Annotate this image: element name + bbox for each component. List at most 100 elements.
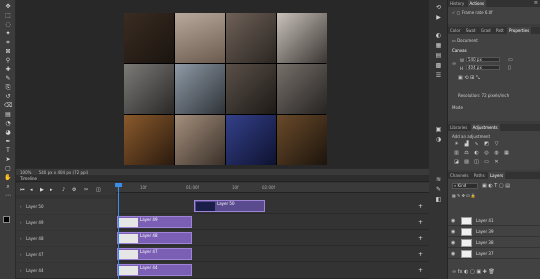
layer-name[interactable]: Layer 39 bbox=[476, 227, 494, 237]
layer-footer-icons[interactable]: ∞ fx ◐ ▢ ▣ ✚ 🗑 bbox=[452, 269, 495, 275]
type-icon[interactable]: T bbox=[4, 148, 12, 154]
clip[interactable]: Layer 44 bbox=[117, 264, 192, 276]
paths-icon[interactable]: ✎ bbox=[434, 186, 443, 193]
swatches-icon[interactable]: ▦ bbox=[434, 42, 443, 49]
hue-icon[interactable]: ▥ bbox=[454, 151, 459, 156]
lasso-icon[interactable]: ◌ bbox=[4, 22, 12, 28]
gradient-map-icon[interactable]: ▭ bbox=[484, 160, 489, 165]
tab-color[interactable]: Color bbox=[448, 27, 462, 34]
pen-icon[interactable]: ✒ bbox=[4, 139, 12, 145]
tab-patterns[interactable]: Patt bbox=[494, 27, 506, 34]
add-media-icon[interactable]: + bbox=[418, 203, 423, 210]
tab-gradients[interactable]: Grad bbox=[479, 27, 493, 34]
track-name[interactable]: › Layer 49 bbox=[16, 215, 116, 230]
history-item[interactable]: ✓ ▢ Frame rate 6.0f bbox=[452, 10, 493, 15]
layer-row[interactable]: ◉ Layer 38 bbox=[448, 238, 540, 248]
tab-paths[interactable]: Paths bbox=[472, 172, 487, 179]
layer-row[interactable]: ◉ Layer 41 bbox=[448, 216, 540, 226]
lock-icons[interactable]: ▦ ✎ ✥ ⊡ 🔒 bbox=[452, 193, 476, 198]
transition-icon[interactable]: ◫ bbox=[96, 187, 101, 193]
photo-filter-icon[interactable]: ◎ bbox=[484, 151, 489, 156]
play-icon[interactable]: ▶ bbox=[40, 187, 44, 193]
selective-color-icon[interactable]: ✕ bbox=[494, 160, 499, 165]
curves-icon[interactable]: ∿ bbox=[474, 142, 479, 147]
history-brush-icon[interactable]: ↺ bbox=[4, 94, 12, 100]
prev-frame-icon[interactable]: ◂ bbox=[30, 187, 33, 193]
marquee-icon[interactable]: ⬚ bbox=[4, 13, 12, 19]
document-canvas[interactable] bbox=[124, 13, 327, 165]
move-icon[interactable]: ✥ bbox=[4, 4, 12, 10]
blur-icon[interactable]: ◔ bbox=[4, 121, 12, 127]
posterize-icon[interactable]: ▨ bbox=[464, 160, 469, 165]
tab-swatches[interactable]: Swat bbox=[464, 27, 478, 34]
actions-icon[interactable]: ▶ bbox=[434, 14, 443, 21]
track-name[interactable]: › Layer 48 bbox=[16, 231, 116, 246]
frame-icon[interactable]: ⊠ bbox=[4, 49, 12, 55]
track-name[interactable]: › Layer 50 bbox=[16, 199, 116, 214]
layer-name[interactable]: Layer 41 bbox=[476, 216, 494, 226]
healing-icon[interactable]: ✚ bbox=[4, 67, 12, 73]
eyedropper-icon[interactable]: ⚲ bbox=[4, 58, 12, 64]
layer-name[interactable]: Layer 37 bbox=[476, 249, 494, 259]
path-select-icon[interactable]: ➤ bbox=[4, 157, 12, 163]
quick-select-icon[interactable]: ✦ bbox=[4, 31, 12, 37]
canvas-tool-icons[interactable]: ▣ ⟲ ⊞ ⤡ bbox=[458, 75, 480, 81]
track-name[interactable]: › Layer 44 bbox=[16, 263, 116, 278]
tab-adjustments[interactable]: Adjustments bbox=[470, 124, 500, 131]
invert-icon[interactable]: ◪ bbox=[454, 160, 459, 165]
balance-icon[interactable]: ⚖ bbox=[464, 151, 469, 156]
gradient-icon[interactable]: ▤ bbox=[4, 112, 12, 118]
brightness-icon[interactable]: ☀ bbox=[454, 142, 459, 147]
add-media-icon[interactable]: + bbox=[418, 267, 423, 274]
stamp-icon[interactable]: ⎘ bbox=[4, 85, 12, 91]
split-icon[interactable]: ✂ bbox=[84, 187, 88, 193]
lookup-icon[interactable]: ▦ bbox=[504, 151, 509, 156]
layer-filter-select[interactable]: ⌕ Kind bbox=[452, 183, 478, 189]
clip[interactable]: Layer 47 bbox=[117, 248, 192, 260]
crop-icon[interactable]: ⌗ bbox=[4, 40, 12, 46]
track-name[interactable]: › Layer 47 bbox=[16, 247, 116, 262]
playhead[interactable] bbox=[118, 183, 119, 279]
shape-icon[interactable]: ▢ bbox=[4, 166, 12, 172]
settings-icon[interactable]: ⚙ bbox=[72, 187, 76, 193]
bw-icon[interactable]: ◐ bbox=[474, 151, 479, 156]
layer-row[interactable]: ◉ Layer 39 bbox=[448, 227, 540, 237]
panel-menu-icon[interactable]: ≡ bbox=[534, 0, 538, 7]
threshold-icon[interactable]: ◫ bbox=[474, 160, 479, 165]
hand-icon[interactable]: ✋ bbox=[4, 175, 12, 181]
dodge-icon[interactable]: ◕ bbox=[4, 130, 12, 136]
first-frame-icon[interactable]: ⏮ bbox=[20, 187, 25, 193]
add-media-icon[interactable]: + bbox=[418, 235, 423, 242]
exposure-icon[interactable]: ◩ bbox=[484, 142, 489, 147]
next-frame-icon[interactable]: ▸ bbox=[50, 187, 53, 193]
eye-icon[interactable]: ◉ bbox=[451, 229, 455, 235]
history-icon[interactable]: ⟲ bbox=[434, 4, 443, 11]
mixer-icon[interactable]: ◍ bbox=[494, 151, 499, 156]
add-media-icon[interactable]: + bbox=[418, 219, 423, 226]
clip[interactable]: Layer 49 bbox=[117, 216, 192, 228]
tab-history[interactable]: History bbox=[448, 0, 466, 7]
layer-name[interactable]: Layer 38 bbox=[476, 238, 494, 248]
width-field[interactable]: 540 px bbox=[466, 57, 500, 62]
add-media-icon[interactable]: + bbox=[418, 251, 423, 258]
eye-icon[interactable]: ◉ bbox=[451, 218, 455, 224]
filter-icons[interactable]: ▣ ◐ T ▢ ▤ bbox=[482, 183, 510, 189]
link-icon[interactable]: ∞ bbox=[452, 61, 456, 67]
vibrance-icon[interactable]: ▽ bbox=[494, 142, 499, 147]
eye-icon[interactable]: ◉ bbox=[451, 240, 455, 246]
eye-icon[interactable]: ◉ bbox=[451, 251, 455, 257]
brush-icon[interactable]: ✎ bbox=[4, 76, 12, 82]
patterns-icon[interactable]: ▩ bbox=[434, 62, 443, 69]
orientation-icon[interactable]: ▭ bbox=[508, 57, 513, 63]
layer-row[interactable]: ◉ Layer 37 bbox=[448, 249, 540, 259]
audio-icon[interactable]: ♪ bbox=[62, 187, 65, 193]
eraser-icon[interactable]: ⌫ bbox=[4, 103, 12, 109]
levels-icon[interactable]: ▟ bbox=[464, 142, 469, 147]
clip[interactable]: Layer 50 bbox=[194, 200, 265, 212]
color-icon[interactable]: ◐ bbox=[434, 32, 443, 39]
tab-layers[interactable]: Layers bbox=[487, 172, 506, 179]
height-field[interactable]: 404 px bbox=[466, 65, 500, 70]
properties-icon[interactable]: ☰ bbox=[434, 72, 443, 79]
orientation-icon[interactable]: ▯ bbox=[508, 65, 511, 71]
tab-properties[interactable]: Properties bbox=[506, 27, 532, 34]
